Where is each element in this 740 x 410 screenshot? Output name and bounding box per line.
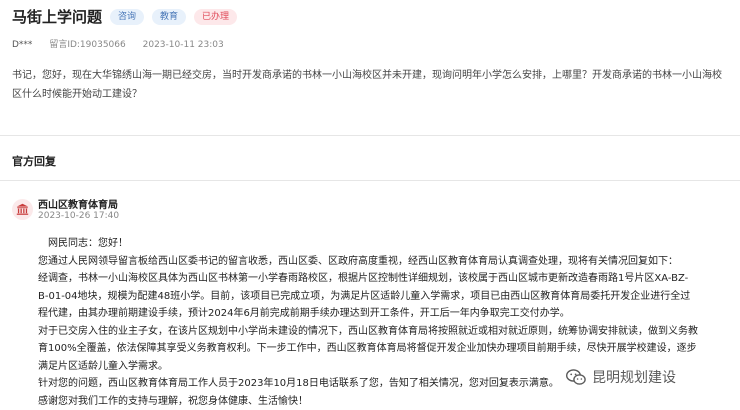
author-name: D*** — [12, 40, 32, 50]
watermark-text: 昆明规划建设 — [592, 367, 676, 387]
post-meta: D*** 留言ID:19035066 2023-10-11 23:03 — [12, 37, 238, 50]
government-building-icon — [12, 199, 33, 220]
tag-consult[interactable]: 咨询 — [110, 9, 144, 25]
section-title: 官方回复 — [12, 153, 56, 169]
watermark: 昆明规划建设 — [566, 367, 676, 387]
reply-paragraph: 感谢您对我们工作的支持与理解，祝您身体健康、生活愉快！ — [38, 393, 698, 410]
page-title: 马街上学问题 — [12, 6, 102, 27]
reply-paragraph: 网民同志：您好！ — [38, 235, 698, 253]
question-text: 书记，您好，现在大华锦绣山海一期已经交房，当时开发商承诺的书林一小山海校区并未开… — [12, 66, 728, 104]
post-header: 马街上学问题 咨询 教育 已办理 — [12, 6, 237, 27]
reply-paragraph: 经调查，书林一小山海校区具体为西山区书林第一小学春雨路校区，根据片区控制性详细规… — [38, 270, 698, 323]
tag-education[interactable]: 教育 — [152, 9, 186, 25]
status-badge: 已办理 — [194, 9, 237, 25]
reply-paragraph: 您通过人民网领导留言板给西山区委书记的留言收悉，西山区委、区政府高度重视，经西山… — [38, 253, 698, 271]
wechat-logo-icon — [566, 369, 586, 386]
reply-time: 2023-10-26 17:40 — [38, 211, 119, 221]
message-id: 留言ID:19035066 — [49, 40, 125, 50]
reply-org-name: 西山区教育体育局 — [38, 196, 118, 211]
divider — [0, 135, 740, 136]
post-time: 2023-10-11 23:03 — [143, 40, 224, 50]
divider — [0, 180, 740, 181]
